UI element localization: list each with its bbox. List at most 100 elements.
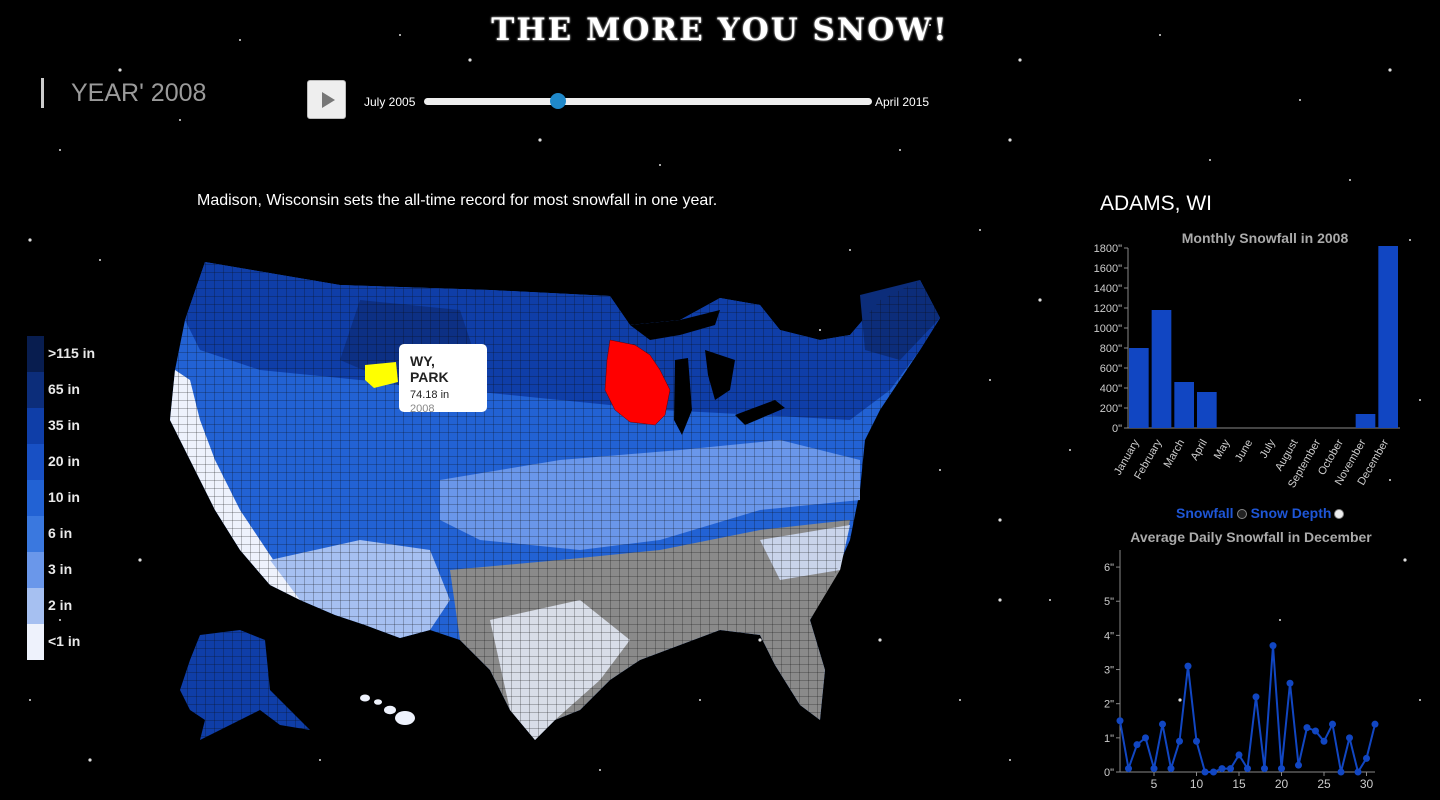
x-tick-label: 5 [1151,777,1158,791]
star [59,619,61,621]
bar[interactable] [1129,348,1149,428]
county-grid [170,262,940,740]
y-tick-label: 400" [1100,383,1122,395]
star [1009,759,1011,761]
daily-snowfall-line-chart: 0" 1" 2" 3" 4" 5" 6" 5 10 15 20 25 30 [1104,550,1379,791]
bar[interactable] [1151,310,1172,428]
y-tick-label: 1400" [1094,283,1122,295]
star [1349,179,1351,181]
legend-label: 3 in [48,561,73,577]
star [998,518,1002,522]
data-point[interactable] [1329,720,1336,728]
y-tick-label: 6" [1104,562,1114,574]
x-tick-label: 30 [1360,777,1374,791]
data-point[interactable] [1167,765,1175,773]
page-title: THE MORE YOU SNOW! [491,12,949,48]
data-point[interactable] [1286,679,1294,687]
star [1419,699,1421,701]
toggle-snowfall[interactable]: Snowfall [1176,505,1234,521]
data-point[interactable] [1354,768,1362,776]
toggle-snow-depth[interactable]: Snow Depth [1251,505,1332,521]
legend-label: 65 in [48,381,80,397]
star [599,769,601,771]
star [979,229,981,231]
star [998,598,1002,602]
map-hawaii-island[interactable] [360,694,370,702]
slider-start-label: July 2005 [364,95,416,109]
snowfall-radio-icon[interactable] [1236,509,1247,520]
slider-handle[interactable] [550,93,567,109]
selected-county-title: ADAMS, WI [1100,192,1213,215]
star [1209,159,1211,161]
y-tick-label: 800" [1100,343,1122,355]
y-tick-label: 4" [1104,630,1114,642]
tooltip-year: 2008 [410,403,435,415]
legend-label: <1 in [48,633,81,649]
data-point[interactable] [1363,754,1370,762]
data-point[interactable] [1337,768,1345,776]
legend-swatch [27,408,44,444]
data-point[interactable] [1371,720,1379,728]
x-tick-label: July [1258,437,1278,460]
legend-swatch [27,444,44,480]
monthly-snowfall-bar-chart: 0" 200" 400" 600" 800" 1000" 1200" 1400" 1600" 18… [1094,243,1400,490]
metric-toggle: Snowfall Snow Depth [1176,505,1348,521]
star [319,759,321,761]
map-hawaii-island[interactable] [384,705,396,715]
y-tick-label: 1600" [1094,263,1122,275]
data-point[interactable] [1116,717,1124,725]
data-point[interactable] [1295,761,1302,769]
us-county-map[interactable] [160,240,950,750]
legend-swatch [27,588,44,624]
legend-swatch [27,336,44,372]
bar[interactable] [1197,392,1217,428]
star [1403,558,1407,562]
tooltip-county-name: WY, PARK [410,353,449,385]
data-point[interactable] [1303,724,1311,732]
star [138,558,142,562]
data-point[interactable] [1159,720,1166,728]
legend-swatch [27,480,44,516]
data-point[interactable] [1261,765,1268,773]
star [28,238,32,242]
play-button[interactable] [307,80,346,119]
snow-depth-radio-icon[interactable] [1334,509,1345,520]
data-point[interactable] [1218,765,1226,773]
data-point[interactable] [1184,662,1192,670]
y-tick-label: 1" [1104,733,1114,745]
data-point[interactable] [1312,727,1319,735]
data-point[interactable] [1235,751,1243,759]
data-point[interactable] [1176,737,1183,745]
bar[interactable] [1355,414,1376,428]
data-point[interactable] [1125,765,1132,773]
data-point[interactable] [1193,737,1200,745]
star [659,164,661,166]
map-hawaii-island[interactable] [374,699,382,705]
data-point[interactable] [1210,768,1217,776]
data-point[interactable] [1244,765,1251,773]
data-point[interactable] [1201,768,1209,776]
tooltip-snowfall-value: 74.18 in [410,389,450,401]
data-point[interactable] [1252,693,1260,701]
bar[interactable] [1174,382,1194,428]
data-point[interactable] [1227,765,1234,773]
data-point[interactable] [1320,737,1328,745]
y-tick-label: 1800" [1094,243,1122,255]
map-hawaii-island[interactable] [395,711,415,725]
data-point[interactable] [1346,734,1353,742]
alaska-grid [180,630,310,740]
bar[interactable] [1378,246,1398,428]
x-tick-label: 20 [1275,777,1289,791]
data-point[interactable] [1150,765,1158,773]
play-icon [322,92,335,108]
x-tick-label: 10 [1190,777,1204,791]
data-point[interactable] [1278,765,1285,773]
data-point[interactable] [1269,642,1277,650]
time-slider[interactable] [424,93,872,109]
legend-label: 6 in [48,525,73,541]
legend-swatch [27,516,44,552]
data-point[interactable] [1142,734,1149,742]
data-point[interactable] [1133,741,1141,749]
star [1038,298,1042,302]
y-tick-label: 600" [1100,363,1122,375]
